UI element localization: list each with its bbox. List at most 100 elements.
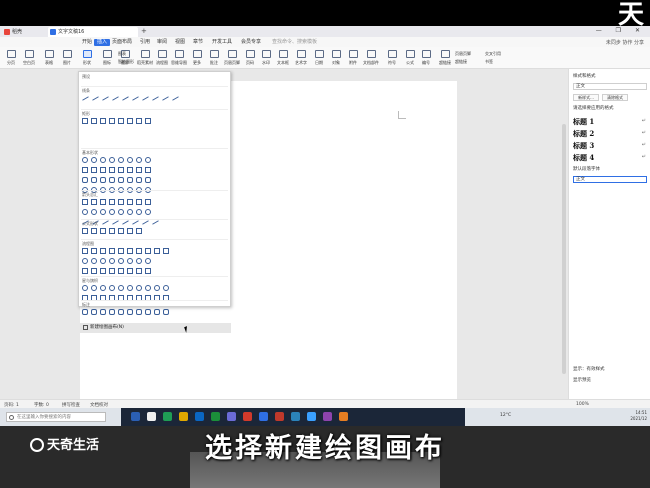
clear-format-button[interactable]: 清除格式: [602, 94, 628, 101]
shape-icon[interactable]: [127, 285, 133, 291]
menu-item-insert[interactable]: 插入: [94, 39, 111, 46]
shape-icon[interactable]: [109, 228, 115, 234]
shape-icon[interactable]: [109, 177, 115, 183]
shape-icon[interactable]: [145, 268, 151, 274]
ribbon-button[interactable]: 水印: [258, 50, 274, 66]
ribbon-small-button[interactable]: 页眉页脚: [455, 51, 471, 57]
taskbar-app-icon[interactable]: [163, 412, 172, 421]
shape-icon[interactable]: [100, 228, 106, 234]
shape-icon[interactable]: [145, 118, 151, 124]
command-search[interactable]: 查找命令、搜索模板: [272, 39, 317, 46]
taskbar-app-icon[interactable]: [259, 412, 268, 421]
shape-icon[interactable]: [100, 209, 106, 215]
shape-icon[interactable]: [102, 220, 109, 225]
shape-icon[interactable]: [136, 177, 142, 183]
taskbar-app-icon[interactable]: [307, 412, 316, 421]
menu-item[interactable]: 视图: [175, 39, 185, 46]
shape-icon[interactable]: [154, 309, 160, 315]
shape-icon[interactable]: [100, 248, 106, 254]
shape-icon[interactable]: [145, 209, 151, 215]
shape-icon[interactable]: [163, 285, 169, 291]
shape-icon[interactable]: [118, 177, 124, 183]
shape-icon[interactable]: [82, 309, 88, 315]
shape-icon[interactable]: [102, 96, 109, 101]
shape-icon[interactable]: [118, 167, 124, 173]
zoom-level[interactable]: 100%: [576, 402, 589, 407]
shape-icon[interactable]: [127, 209, 133, 215]
shape-icon[interactable]: [82, 258, 88, 264]
ribbon-button[interactable]: 页眉页脚: [224, 50, 240, 66]
shape-icon[interactable]: [100, 167, 106, 173]
ribbon-button[interactable]: 思维导图: [171, 50, 187, 66]
ribbon-button[interactable]: 空白页: [21, 50, 37, 66]
shape-icon[interactable]: [145, 157, 151, 163]
shape-icon[interactable]: [118, 268, 124, 274]
ribbon-button[interactable]: 分页: [3, 50, 19, 66]
shape-icon[interactable]: [82, 285, 88, 291]
ribbon-small-button[interactable]: 智能图形: [118, 59, 134, 65]
show-preview-checkbox[interactable]: 显示预览: [573, 377, 591, 383]
shape-icon[interactable]: [82, 177, 88, 183]
tab-home[interactable]: 稻壳: [2, 27, 44, 37]
shape-icon[interactable]: [91, 228, 97, 234]
shape-icon[interactable]: [91, 167, 97, 173]
shape-icon[interactable]: [109, 199, 115, 205]
shape-icon[interactable]: [162, 96, 169, 101]
ribbon-button[interactable]: 符号: [384, 50, 400, 66]
shape-icon[interactable]: [91, 199, 97, 205]
shape-icon[interactable]: [118, 285, 124, 291]
shape-icon[interactable]: [100, 157, 106, 163]
shape-icon[interactable]: [100, 285, 106, 291]
taskbar-app-icon[interactable]: [323, 412, 332, 421]
taskbar-app-icon[interactable]: [179, 412, 188, 421]
shape-icon[interactable]: [145, 309, 151, 315]
ribbon-button[interactable]: 更多: [189, 50, 205, 66]
shape-icon[interactable]: [100, 258, 106, 264]
shape-icon[interactable]: [136, 209, 142, 215]
shape-icon[interactable]: [118, 309, 124, 315]
system-tray-weather[interactable]: 12°C: [500, 413, 511, 418]
new-drawing-canvas-item[interactable]: 新建绘图画布(N): [80, 323, 231, 333]
shape-icon[interactable]: [118, 258, 124, 264]
new-tab-button[interactable]: +: [141, 27, 147, 35]
shape-icon[interactable]: [127, 199, 133, 205]
shape-icon[interactable]: [100, 177, 106, 183]
ribbon-button[interactable]: 编号: [418, 50, 434, 66]
shape-icon[interactable]: [82, 228, 88, 234]
shape-icon[interactable]: [82, 96, 89, 101]
shape-icon[interactable]: [127, 309, 133, 315]
shape-icon[interactable]: [91, 248, 97, 254]
shape-icon[interactable]: [127, 157, 133, 163]
ribbon-button[interactable]: 图标: [99, 50, 115, 66]
shape-icon[interactable]: [127, 167, 133, 173]
ribbon-button[interactable]: 形状: [79, 50, 95, 66]
shape-icon[interactable]: [91, 209, 97, 215]
shape-icon[interactable]: [136, 285, 142, 291]
style-heading-2[interactable]: 标题 2: [573, 129, 594, 139]
ribbon-button[interactable]: 对象: [328, 50, 344, 66]
shape-icon[interactable]: [82, 167, 88, 173]
shape-icon[interactable]: [163, 309, 169, 315]
shape-icon[interactable]: [118, 209, 124, 215]
shape-icon[interactable]: [136, 157, 142, 163]
shape-icon[interactable]: [91, 118, 97, 124]
shape-icon[interactable]: [152, 220, 159, 225]
shape-icon[interactable]: [163, 248, 169, 254]
shape-icon[interactable]: [145, 285, 151, 291]
taskbar-app-icon[interactable]: [131, 412, 140, 421]
shape-icon[interactable]: [109, 167, 115, 173]
ribbon-small-button[interactable]: 超链接: [455, 59, 467, 65]
ribbon-button[interactable]: 批注: [206, 50, 222, 66]
ribbon-button[interactable]: 艺术字: [293, 50, 309, 66]
shape-icon[interactable]: [136, 309, 142, 315]
shape-icon[interactable]: [127, 228, 133, 234]
shape-icon[interactable]: [172, 96, 179, 101]
window-controls[interactable]: — ❐ ✕: [596, 27, 646, 34]
current-style-field[interactable]: 正文: [573, 83, 647, 90]
shape-icon[interactable]: [118, 199, 124, 205]
shape-icon[interactable]: [127, 248, 133, 254]
shape-icon[interactable]: [136, 199, 142, 205]
taskbar-app-icon[interactable]: [147, 412, 156, 421]
shape-icon[interactable]: [112, 96, 119, 101]
shape-icon[interactable]: [100, 268, 106, 274]
